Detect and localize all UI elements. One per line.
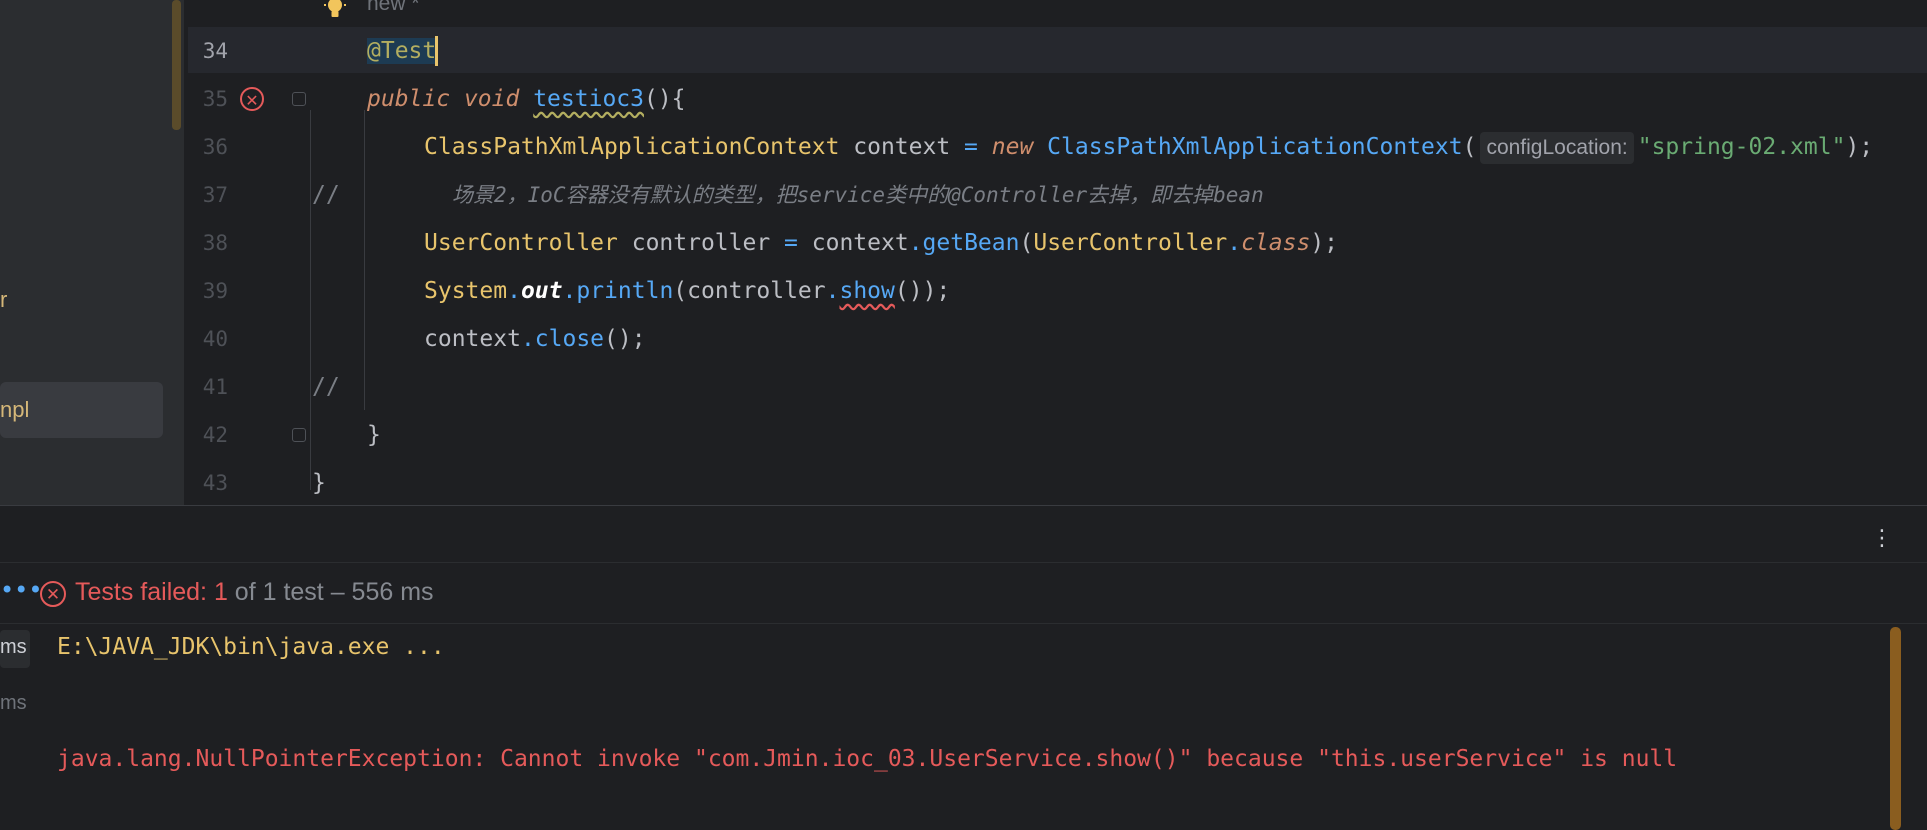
project-sidebar: r npl xyxy=(0,0,184,505)
code-text: ClassPathXmlApplicationContext context =… xyxy=(424,123,1873,171)
code-line-36: 36 ClassPathXmlApplicationContext contex… xyxy=(188,123,1927,171)
punct: . xyxy=(908,230,923,256)
fold-icon[interactable] xyxy=(292,92,306,106)
code-text: public void testioc3(){ xyxy=(367,75,686,123)
method-call-error[interactable]: show xyxy=(839,278,894,304)
inlay-new-label: new * xyxy=(367,0,420,15)
code-line-41: 41 // xyxy=(188,363,1927,411)
comment-marker: // xyxy=(312,374,340,400)
punct: ( xyxy=(1462,134,1477,160)
line-number: 43 xyxy=(202,471,228,495)
line-number: 37 xyxy=(202,183,228,207)
line-number: 35 xyxy=(202,87,228,111)
code-line-34: 34 @Test xyxy=(188,27,1927,75)
type-name[interactable]: System xyxy=(424,278,507,304)
line-number: 38 xyxy=(202,231,228,255)
sidebar-scrollbar[interactable] xyxy=(172,0,181,130)
operator: = xyxy=(964,134,978,160)
error-gutter-icon[interactable]: ✕ xyxy=(240,87,264,111)
static-field[interactable]: out xyxy=(521,278,563,304)
keyword: public xyxy=(367,86,451,112)
lightbulb-icon[interactable] xyxy=(322,0,348,24)
code-line-38: 38 UserController controller = context.g… xyxy=(188,219,1927,267)
test-tree-times: ms ms xyxy=(0,622,30,830)
code-line-39: 39 System.out.println(controller.show())… xyxy=(188,267,1927,315)
punct: (); xyxy=(604,326,646,352)
code-line-42: 42 } xyxy=(188,411,1927,459)
line-number: 36 xyxy=(202,135,228,159)
line-number: 39 xyxy=(202,279,228,303)
code-text: System.out.println(controller.show()); xyxy=(424,267,950,315)
test-duration: ms xyxy=(0,692,27,714)
variable: context xyxy=(424,326,521,352)
code-line-40: 40 context.close(); xyxy=(188,315,1927,363)
annotation-test[interactable]: @Test xyxy=(367,38,437,64)
method-name[interactable]: testioc3 xyxy=(533,86,644,112)
operator: = xyxy=(784,230,798,256)
keyword: void xyxy=(463,86,520,112)
type-name[interactable]: UserController xyxy=(1033,230,1227,256)
punct: . xyxy=(562,278,577,304)
comment-text: 场景2，IoC容器没有默认的类型，把service类中的@Controller去… xyxy=(452,183,1264,207)
console-scrollbar[interactable] xyxy=(1890,627,1901,830)
test-status-text: Tests failed: 1 of 1 test – 556 ms xyxy=(75,578,434,607)
punct: ); xyxy=(1845,134,1874,160)
type-name[interactable]: UserController xyxy=(424,230,618,256)
code-text: UserController controller = context.getB… xyxy=(424,219,1338,267)
punct: ); xyxy=(1310,230,1339,256)
code-line-37: 37 // 场景2，IoC容器没有默认的类型，把service类中的@Contr… xyxy=(188,171,1927,219)
punct: ()); xyxy=(894,278,951,304)
code-editor[interactable]: new * 34 @Test 35 ✕ public void testioc3… xyxy=(188,0,1927,505)
line-number: 41 xyxy=(202,375,228,399)
test-failed-icon: ✕ xyxy=(40,581,66,607)
variable: context xyxy=(797,230,909,256)
sidebar-item[interactable]: r xyxy=(0,287,7,313)
parameter-hint: configLocation: xyxy=(1480,132,1634,164)
comment-marker: // xyxy=(312,182,340,208)
tests-summary-label: of 1 test – 556 ms xyxy=(227,578,434,606)
console-output[interactable]: E:\JAVA_JDK\bin\java.exe ... java.lang.N… xyxy=(57,622,1677,772)
punct: ( xyxy=(1019,230,1034,256)
sidebar-item[interactable]: npl xyxy=(0,397,29,423)
code-text: @Test xyxy=(367,27,437,75)
constructor[interactable]: ClassPathXmlApplicationContext xyxy=(1047,134,1462,160)
text-cursor xyxy=(435,36,438,66)
punct: . xyxy=(1227,230,1242,256)
line-number: 42 xyxy=(202,423,228,447)
line-number: 40 xyxy=(202,327,228,351)
punct: (){ xyxy=(643,86,686,112)
punct: . xyxy=(825,278,840,304)
argument: (controller xyxy=(673,278,826,304)
code-line-35: 35 ✕ public void testioc3(){ xyxy=(188,75,1927,123)
method-call[interactable]: close xyxy=(535,326,604,352)
console-command-line: E:\JAVA_JDK\bin\java.exe ... xyxy=(57,634,445,660)
punct: . xyxy=(520,326,535,352)
code-line-43: 43 } xyxy=(188,459,1927,507)
method-call[interactable]: getBean xyxy=(923,230,1020,256)
tool-window-header: ⋮ xyxy=(0,506,1927,562)
variable: controller xyxy=(617,230,785,256)
punct: . xyxy=(507,278,521,304)
string-literal: "spring-02.xml" xyxy=(1637,134,1846,160)
keyword: class xyxy=(1241,230,1311,256)
run-tool-window: ⋮ ••• ✕ Tests failed: 1 of 1 test – 556 … xyxy=(0,505,1927,830)
closing-brace: } xyxy=(367,422,381,448)
kebab-menu-icon[interactable]: ⋮ xyxy=(1871,526,1893,551)
test-status-bar: ••• ✕ Tests failed: 1 of 1 test – 556 ms xyxy=(0,562,1927,624)
tests-failed-label: Tests failed: 1 xyxy=(75,578,228,606)
test-duration: ms xyxy=(0,636,27,658)
keyword: new xyxy=(977,134,1048,160)
code-text: context.close(); xyxy=(424,315,646,363)
more-icon[interactable]: ••• xyxy=(0,576,42,604)
console-error-line: java.lang.NullPointerException: Cannot i… xyxy=(57,746,1678,772)
method-call[interactable]: println xyxy=(576,278,673,304)
type-name[interactable]: ClassPathXmlApplicationContext xyxy=(424,134,839,160)
line-number: 34 xyxy=(202,39,228,63)
fold-icon[interactable] xyxy=(292,428,306,442)
closing-brace: } xyxy=(312,470,326,496)
variable: context xyxy=(839,134,965,160)
